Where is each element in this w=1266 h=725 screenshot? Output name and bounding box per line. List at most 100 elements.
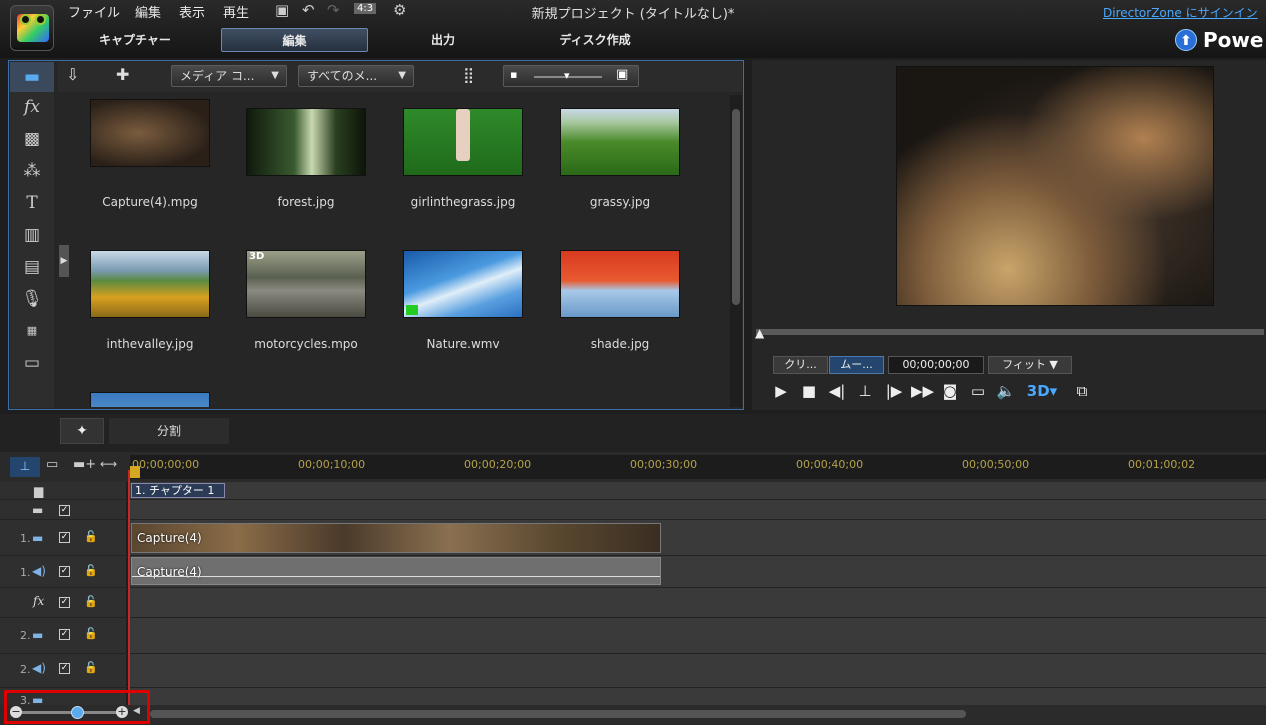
media-name: inthevalley.jpg (106, 337, 194, 351)
title-room-icon[interactable]: T (10, 188, 54, 218)
track-enable-checkbox[interactable]: ✓ (59, 663, 70, 674)
fast-forward-icon[interactable]: ▶▶ (911, 380, 934, 402)
view-grid-icon[interactable]: ⣿ (463, 66, 474, 84)
track-number: 2. (20, 629, 31, 642)
ruler-label: 00;00;30;00 (630, 458, 698, 471)
chevron-down-icon: ▼ (398, 70, 406, 81)
thumb-size-knob[interactable]: ▾ (564, 69, 570, 82)
next-frame-icon[interactable]: |▶ (883, 380, 905, 402)
media-thumb[interactable] (90, 250, 210, 318)
seek-bar[interactable] (756, 329, 1264, 335)
small-thumb-icon[interactable]: ▪ (510, 68, 517, 81)
snapshot-camera-icon[interactable]: ◙ (939, 380, 961, 402)
magic-tools-icon[interactable]: ✦ (60, 418, 104, 444)
media-thumb[interactable] (560, 108, 680, 176)
director-zone-link[interactable]: DirectorZone にサインイン (1103, 4, 1258, 21)
media-name: Nature.wmv (426, 337, 500, 351)
lock-icon[interactable]: 🔓 (84, 627, 98, 640)
scroll-thumb[interactable] (732, 109, 740, 305)
ruler-label: 00;00;20;00 (464, 458, 532, 471)
media-name: motorcycles.mpo (254, 337, 358, 351)
display-mode-icon[interactable]: ▭ (967, 380, 989, 402)
transition-room-icon[interactable]: ▥ (10, 220, 54, 250)
track-number: 1. (20, 566, 31, 579)
stop-icon[interactable]: ■ (798, 380, 820, 402)
subtitle-track-checkbox[interactable]: ✓ (59, 505, 70, 516)
chapter-room-icon[interactable]: ▦ (10, 316, 54, 346)
seek-knob[interactable]: ▲ (755, 326, 764, 340)
movie-mode-button[interactable]: ムー... (829, 356, 884, 374)
voice-over-icon[interactable]: 🎙 (10, 284, 54, 314)
chevron-down-icon: ▼ (1049, 358, 1058, 371)
video-track-icon: ▬ (32, 531, 44, 545)
subtitle-track-icon: ▬ (32, 503, 44, 517)
lock-icon[interactable]: 🔓 (84, 661, 98, 674)
audio-track-2 (0, 654, 1266, 688)
fit-dropdown[interactable]: フィット ▼ (988, 356, 1072, 374)
media-room-icon[interactable]: ▬ (10, 62, 54, 92)
volume-icon[interactable]: 🔈 (995, 380, 1017, 402)
track-enable-checkbox[interactable]: ✓ (59, 532, 70, 543)
audio-clip[interactable]: Capture(4) (131, 557, 661, 585)
split-marker-icon[interactable]: ⊥ (854, 380, 876, 402)
track-enable-checkbox[interactable]: ✓ (59, 566, 70, 577)
track-enable-checkbox[interactable]: ✓ (59, 597, 70, 608)
particle-room-icon[interactable]: ⁂ (10, 156, 54, 186)
tab-capture[interactable]: キャプチャー (80, 28, 190, 52)
media-thumb[interactable] (560, 250, 680, 318)
track-number: 1. (20, 532, 31, 545)
playhead[interactable] (128, 470, 130, 710)
import-media-icon[interactable]: ⇩ (66, 65, 79, 84)
track-enable-checkbox[interactable]: ✓ (59, 629, 70, 640)
highlight-box (4, 690, 150, 724)
subtitle-room-icon[interactable]: ▭ (10, 348, 54, 378)
add-track-icon[interactable]: ▬+ (73, 457, 96, 472)
timeline-view-icon[interactable]: ⊥ (10, 457, 40, 477)
clip-mode-button[interactable]: クリ... (773, 356, 828, 374)
split-button[interactable]: 分割 (109, 418, 229, 444)
brand-text: Powe (1203, 28, 1264, 52)
media-thumb[interactable]: 3D (246, 250, 366, 318)
lock-icon[interactable]: 🔓 (84, 595, 98, 608)
previous-frame-icon[interactable]: ◀| (826, 380, 848, 402)
brand-logo: ⬆ Powe (1175, 28, 1263, 52)
storyboard-view-icon[interactable]: ▭ (46, 457, 58, 472)
fit-timeline-icon[interactable]: ⟷ (100, 457, 117, 471)
3d-mode-icon[interactable]: 3D▾ (1025, 380, 1059, 402)
media-name: forest.jpg (277, 195, 335, 209)
audio-track-icon: ◀) (32, 661, 46, 675)
fx-room-icon[interactable]: fx (10, 92, 54, 122)
media-thumb[interactable] (90, 99, 210, 167)
lock-icon[interactable]: 🔓 (84, 564, 98, 577)
media-name: shade.jpg (590, 337, 650, 351)
lock-icon[interactable]: 🔓 (84, 530, 98, 543)
play-icon[interactable]: ▶ (770, 380, 792, 402)
upgrade-arrow-icon[interactable]: ⬆ (1175, 29, 1197, 51)
pip-room-icon[interactable]: ▩ (10, 124, 54, 154)
media-thumb[interactable] (90, 392, 210, 407)
media-name: girlinthegrass.jpg (410, 195, 516, 209)
tab-output[interactable]: 出力 (400, 28, 486, 52)
timecode-display[interactable]: 00;00;00;00 (888, 356, 984, 374)
undock-preview-icon[interactable]: ⧉ (1071, 380, 1093, 402)
media-content-dropdown[interactable]: メディア コ... ▼ (171, 65, 287, 87)
media-filter-dropdown[interactable]: すべてのメ... ▼ (298, 65, 414, 87)
subtitle-track (0, 500, 1266, 520)
video-clip[interactable]: Capture(4) (131, 523, 661, 553)
plugin-puzzle-icon[interactable]: ✚ (116, 65, 129, 84)
large-thumb-icon[interactable]: ▣ (616, 67, 628, 82)
timeline-ruler[interactable]: 00;00;00;00 00;00;10;00 00;00;20;00 00;0… (130, 455, 1266, 479)
ruler-label: 00;00;40;00 (796, 458, 864, 471)
media-filter-label: すべてのメ... (307, 69, 378, 83)
audio-mixing-icon[interactable]: ▤ (10, 252, 54, 282)
tab-edit[interactable]: 編集 (221, 28, 368, 52)
chapter-flag-icon: ▆ (34, 484, 44, 498)
playhead-handle[interactable] (130, 466, 140, 478)
library-scrollbar[interactable] (730, 95, 742, 407)
chapter-marker[interactable]: 1. チャプター 1 (131, 483, 225, 498)
media-thumb[interactable] (403, 108, 523, 176)
media-thumb[interactable] (403, 250, 523, 318)
tab-disc[interactable]: ディスク作成 (540, 28, 650, 52)
media-thumb[interactable] (246, 108, 366, 176)
timeline-scrollbar[interactable] (150, 710, 966, 718)
